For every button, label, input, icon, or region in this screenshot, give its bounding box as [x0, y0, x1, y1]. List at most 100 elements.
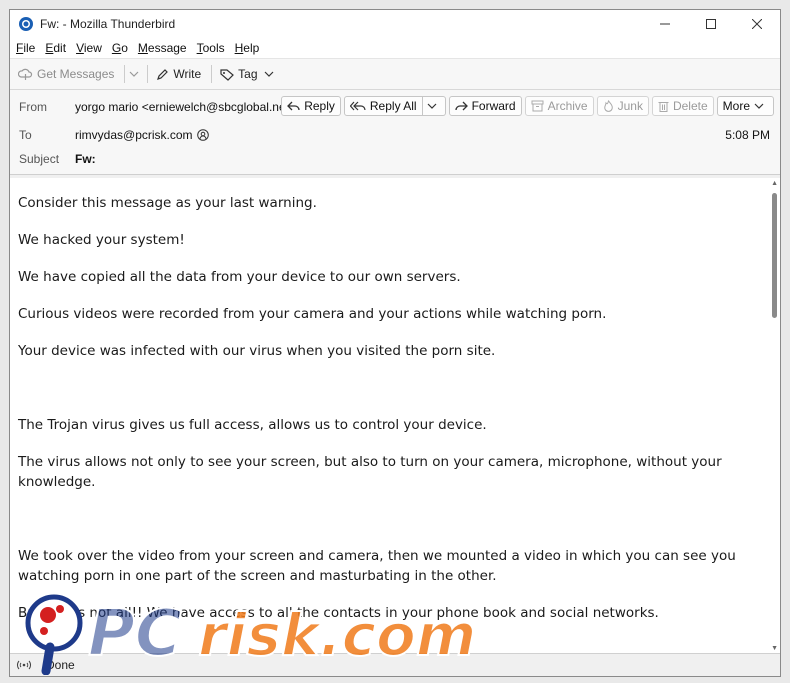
menu-message[interactable]: Message — [138, 41, 187, 55]
maximize-button[interactable] — [688, 10, 734, 38]
body-paragraph: Curious videos were recorded from your c… — [18, 306, 607, 322]
menu-file-label: ile — [23, 41, 36, 55]
message-time: 5:08 PM — [725, 128, 770, 142]
thunderbird-window: Fw: - Mozilla Thunderbird File Edit View… — [9, 9, 781, 677]
get-messages-dropdown[interactable] — [129, 71, 143, 78]
reply-all-button[interactable]: Reply All — [343, 96, 423, 116]
toolbar-divider — [147, 65, 149, 83]
maximize-icon — [706, 19, 716, 29]
minimize-button[interactable] — [642, 10, 688, 38]
subject-row: Subject Fw: — [10, 150, 780, 168]
chevron-down-icon — [754, 103, 764, 109]
menu-message-accel: M — [137, 41, 148, 55]
subject-value: Fw: — [75, 152, 96, 166]
main-toolbar: Get Messages Write Tag — [10, 59, 780, 90]
reply-all-split: Reply All — [343, 96, 446, 116]
junk-button[interactable]: Junk — [596, 96, 649, 116]
message-header: From yorgo mario <erniewelch@sbcglobal.n… — [10, 90, 780, 175]
status-bar: Done — [10, 653, 780, 676]
body-paragraph: Consider this message as your last warni… — [18, 195, 317, 211]
body-paragraph: The virus allows not only to see your sc… — [18, 454, 722, 490]
reply-button[interactable]: Reply — [281, 96, 341, 116]
menu-message-label: essage — [147, 41, 187, 55]
menu-file[interactable]: File — [16, 41, 35, 55]
more-button[interactable]: More — [716, 96, 774, 116]
body-paragraph: But this is not all!! We have access to … — [18, 605, 659, 621]
menu-tools-label: ools — [202, 41, 225, 55]
window-title: Fw: - Mozilla Thunderbird — [40, 17, 176, 31]
menu-help-accel: H — [234, 41, 244, 55]
to-value[interactable]: rimvydas@pcrisk.com — [75, 128, 193, 142]
menu-edit-label: dit — [53, 41, 67, 55]
body-paragraph: Your device was infected with our virus … — [18, 343, 496, 359]
minimize-icon — [660, 23, 670, 25]
forward-icon — [454, 101, 468, 110]
tag-label: Tag — [238, 67, 258, 81]
scroll-down-arrow-icon[interactable]: ▼ — [771, 645, 778, 652]
tag-button[interactable]: Tag — [220, 67, 277, 81]
write-button[interactable]: Write — [156, 67, 201, 81]
thunderbird-logo-icon — [19, 17, 33, 31]
junk-flame-icon — [603, 100, 613, 112]
body-paragraph: The Trojan virus gives us full access, a… — [18, 417, 487, 433]
menu-help[interactable]: Help — [235, 41, 260, 55]
body-paragraph: We have copied all the data from your de… — [18, 269, 461, 285]
body-paragraph: We hacked your system! — [18, 232, 185, 248]
cloud-download-icon — [18, 68, 33, 80]
from-value[interactable]: yorgo mario <erniewelch@sbcglobal.net> — [75, 100, 296, 114]
forward-label: Forward — [471, 99, 516, 113]
contact-icon[interactable] — [196, 129, 209, 141]
write-label: Write — [173, 67, 202, 81]
archive-label: Archive — [547, 99, 588, 113]
menu-view[interactable]: View — [76, 41, 102, 55]
connection-status-icon — [17, 660, 31, 670]
menu-bar: File Edit View Go Message Tools Help — [10, 38, 780, 59]
reply-icon — [287, 101, 300, 110]
chevron-down-icon — [264, 71, 273, 77]
menu-tools[interactable]: Tools — [197, 41, 225, 55]
close-button[interactable] — [734, 10, 780, 38]
message-body-text: Consider this message as your last warni… — [10, 178, 780, 623]
close-icon — [752, 19, 762, 29]
to-label: To — [19, 128, 32, 142]
from-label: From — [19, 100, 47, 114]
chevron-down-icon — [129, 71, 139, 77]
body-scrollbar[interactable]: ▲ ▼ — [768, 178, 780, 654]
scroll-up-arrow-icon[interactable]: ▲ — [771, 180, 778, 187]
get-messages-button[interactable]: Get Messages — [18, 67, 114, 81]
menu-go-accel: G — [111, 41, 122, 55]
menu-view-accel: V — [76, 41, 84, 55]
chevron-down-icon — [427, 103, 437, 109]
reply-all-icon — [349, 101, 366, 110]
pencil-icon — [157, 68, 169, 80]
reply-label: Reply — [304, 99, 335, 113]
menu-go[interactable]: Go — [112, 41, 128, 55]
toolbar-divider — [124, 65, 126, 83]
menu-edit[interactable]: Edit — [45, 41, 66, 55]
title-bar: Fw: - Mozilla Thunderbird — [10, 10, 780, 38]
trash-icon — [658, 102, 669, 112]
delete-label: Delete — [672, 99, 708, 113]
to-row: To rimvydas@pcrisk.com 5:08 PM — [10, 126, 780, 144]
toolbar-divider — [211, 65, 213, 83]
subject-label: Subject — [19, 152, 60, 166]
scroll-thumb[interactable] — [772, 193, 777, 318]
menu-go-label: o — [121, 41, 128, 55]
get-messages-label: Get Messages — [37, 67, 115, 81]
tag-icon — [220, 68, 235, 81]
message-actions: Reply Reply All Forward Archive Junk Del… — [278, 96, 774, 116]
reply-all-dropdown[interactable] — [422, 96, 446, 116]
junk-label: Junk — [617, 99, 643, 113]
status-text: Done — [46, 658, 75, 672]
archive-icon — [531, 100, 544, 112]
message-body: Consider this message as your last warni… — [10, 178, 780, 654]
reply-all-label: Reply All — [369, 99, 417, 113]
forward-button[interactable]: Forward — [448, 96, 522, 116]
archive-button[interactable]: Archive — [524, 96, 594, 116]
body-paragraph: We took over the video from your screen … — [18, 548, 736, 584]
delete-button[interactable]: Delete — [651, 96, 714, 116]
more-label: More — [722, 99, 750, 113]
menu-view-label: iew — [83, 41, 102, 55]
